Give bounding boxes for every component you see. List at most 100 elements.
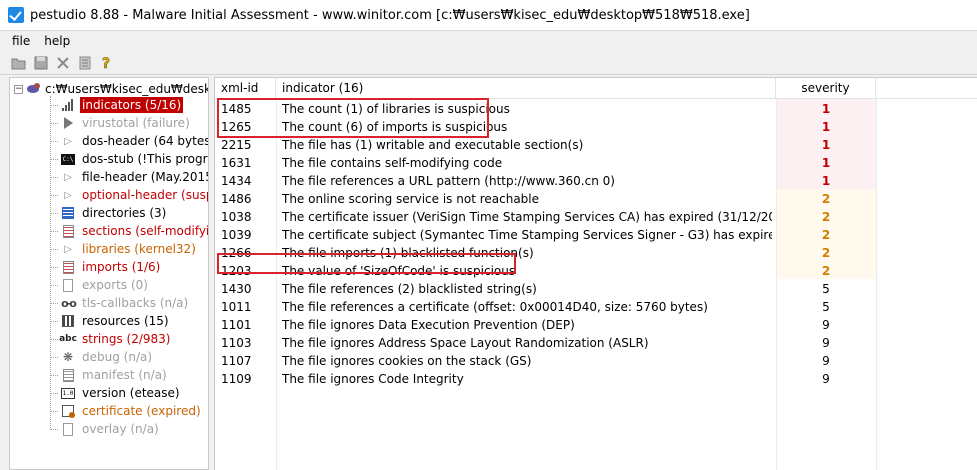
caret-icon: ▷ xyxy=(64,189,72,201)
tree-item-label: optional-header (suspiciou xyxy=(82,188,208,202)
cell-severity: 1 xyxy=(821,102,831,116)
cell-severity: 1 xyxy=(821,174,831,188)
cell-severity: 1 xyxy=(821,138,831,152)
tree-connector xyxy=(50,194,58,196)
tree-connector xyxy=(50,428,58,430)
cell-indicator: The file ignores Code Integrity xyxy=(282,372,464,386)
column-header-xml-id[interactable]: xml-id xyxy=(215,78,276,99)
column-header-indicator[interactable]: indicator (16) xyxy=(276,78,776,99)
caret-icon: ▷ xyxy=(64,243,72,255)
sections-icon xyxy=(60,224,76,238)
tree-panel[interactable]: − c:₩users₩kisec_edu₩desktop indicators … xyxy=(9,77,209,470)
tree-item-overlay[interactable]: overlay (n/a) xyxy=(50,420,161,438)
cell-xml-id: 1486 xyxy=(221,192,252,206)
tree-item-label: dos-stub (!This program c xyxy=(82,152,208,166)
cell-xml-id: 1039 xyxy=(221,228,252,242)
table-row[interactable]: 1101 The file ignores Data Execution Prev… xyxy=(215,316,977,334)
tree-item-file-header[interactable]: ▷ file-header (May.2015) xyxy=(50,168,208,186)
tree-connector xyxy=(50,284,58,286)
table-row[interactable]: 1434 The file references a URL pattern (h… xyxy=(215,172,977,190)
tree-item-optional-header[interactable]: ▷ optional-header (suspiciou xyxy=(50,186,208,204)
version-icon: 1.0 xyxy=(61,387,75,399)
cell-xml-id: 1107 xyxy=(221,354,252,368)
tree-item-sections[interactable]: sections (self-modifying) xyxy=(50,222,209,240)
table-row[interactable]: 1430 The file references (2) blacklisted … xyxy=(215,280,977,298)
indicators-table[interactable]: xml-id indicator (16) severity 1485 The c… xyxy=(214,77,977,470)
tree-item-label: dos-header (64 bytes) xyxy=(82,134,209,148)
cell-indicator: The certificate issuer (VeriSign Time St… xyxy=(282,210,772,224)
table-row[interactable]: 1486 The online scoring service is not re… xyxy=(215,190,977,208)
column-header-severity[interactable]: severity xyxy=(776,78,876,99)
table-header: xml-id indicator (16) severity xyxy=(215,78,977,99)
exports-icon xyxy=(60,278,76,292)
tree-item-label: imports (1/6) xyxy=(82,260,161,274)
tree-item-indicators[interactable]: indicators (5/16) xyxy=(50,96,184,114)
certificate-icon xyxy=(60,404,76,418)
menu-help[interactable]: help xyxy=(37,34,77,48)
cell-indicator: The file references a certificate (offse… xyxy=(282,300,708,314)
tree-item-label: virustotal (failure) xyxy=(82,116,190,130)
tree-connector xyxy=(50,374,58,376)
table-row[interactable]: 1103 The file ignores Address Space Layou… xyxy=(215,334,977,352)
tree-item-label: certificate (expired) xyxy=(82,404,201,418)
tree-connector xyxy=(50,320,58,322)
save-icon[interactable] xyxy=(30,53,52,73)
tree-item-label: sections (self-modifying) xyxy=(82,224,209,238)
cmd-icon: C:\ xyxy=(61,153,75,165)
tree-item-imports[interactable]: imports (1/6) xyxy=(50,258,162,276)
cell-xml-id: 1011 xyxy=(221,300,252,314)
debug-icon: ❋ xyxy=(62,350,74,364)
tree-item-libraries[interactable]: ▷ libraries (kernel32) xyxy=(50,240,198,258)
resources-icon xyxy=(60,314,76,328)
tree-connector xyxy=(50,140,58,142)
tree-item-dos-header[interactable]: ▷ dos-header (64 bytes) xyxy=(50,132,209,150)
tree-connector xyxy=(50,266,58,268)
tree-connector xyxy=(50,176,58,178)
tree-item-certificate[interactable]: certificate (expired) xyxy=(50,402,203,420)
tree-item-dos-stub[interactable]: C:\ dos-stub (!This program c xyxy=(50,150,208,168)
menu-file[interactable]: file xyxy=(0,34,37,48)
table-row[interactable]: 1038 The certificate issuer (VeriSign Tim… xyxy=(215,208,977,226)
tree-item-virustotal[interactable]: virustotal (failure) xyxy=(50,114,192,132)
table-row[interactable]: 1107 The file ignores cookies on the stac… xyxy=(215,352,977,370)
tree-item-manifest[interactable]: manifest (n/a) xyxy=(50,366,169,384)
cell-xml-id: 1101 xyxy=(221,318,252,332)
tree-item-label: exports (0) xyxy=(82,278,148,292)
tree-item-label: tls-callbacks (n/a) xyxy=(82,296,189,310)
tree-item-tls-callbacks[interactable]: o-o tls-callbacks (n/a) xyxy=(50,294,190,312)
cell-indicator: The file ignores Data Execution Preventi… xyxy=(282,318,575,332)
tree-connector xyxy=(50,338,58,340)
file-root-icon xyxy=(26,82,42,96)
tree-item-strings[interactable]: abc strings (2/983) xyxy=(50,330,172,348)
cell-severity: 9 xyxy=(822,354,830,368)
tree-item-version[interactable]: 1.0 version (etease) xyxy=(50,384,182,402)
close-icon[interactable] xyxy=(52,53,74,73)
table-row[interactable]: 1631 The file contains self-modifying cod… xyxy=(215,154,977,172)
menu-bar: file help xyxy=(0,31,977,51)
tree-connector xyxy=(50,302,58,304)
tree-connector xyxy=(50,158,58,160)
table-row[interactable]: 2215 The file has (1) writable and execut… xyxy=(215,136,977,154)
indicators-icon xyxy=(60,98,76,112)
tree-item-resources[interactable]: resources (15) xyxy=(50,312,171,330)
cell-severity: 2 xyxy=(821,246,831,260)
table-row[interactable]: 1109 The file ignores Code Integrity 9 xyxy=(215,370,977,388)
tree-item-debug[interactable]: ❋ debug (n/a) xyxy=(50,348,154,366)
help-icon[interactable]: ? xyxy=(96,53,118,73)
virustotal-icon xyxy=(60,116,76,130)
collapse-icon[interactable]: − xyxy=(14,84,23,94)
tree-item-label: strings (2/983) xyxy=(82,332,171,346)
tree-connector xyxy=(50,104,58,106)
table-row[interactable]: 1011 The file references a certificate (o… xyxy=(215,298,977,316)
caret-icon: ▷ xyxy=(64,171,72,183)
cell-severity: 2 xyxy=(821,192,831,206)
tree-item-exports[interactable]: exports (0) xyxy=(50,276,150,294)
table-row[interactable]: 1039 The certificate subject (Symantec Ti… xyxy=(215,226,977,244)
open-folder-icon[interactable] xyxy=(8,53,30,73)
tree-item-directories[interactable]: directories (3) xyxy=(50,204,168,222)
list-icon[interactable] xyxy=(74,53,96,73)
cell-xml-id: 1631 xyxy=(221,156,252,170)
tree-connector xyxy=(50,248,58,250)
cell-severity: 1 xyxy=(821,156,831,170)
tls-icon: o-o xyxy=(61,296,77,310)
